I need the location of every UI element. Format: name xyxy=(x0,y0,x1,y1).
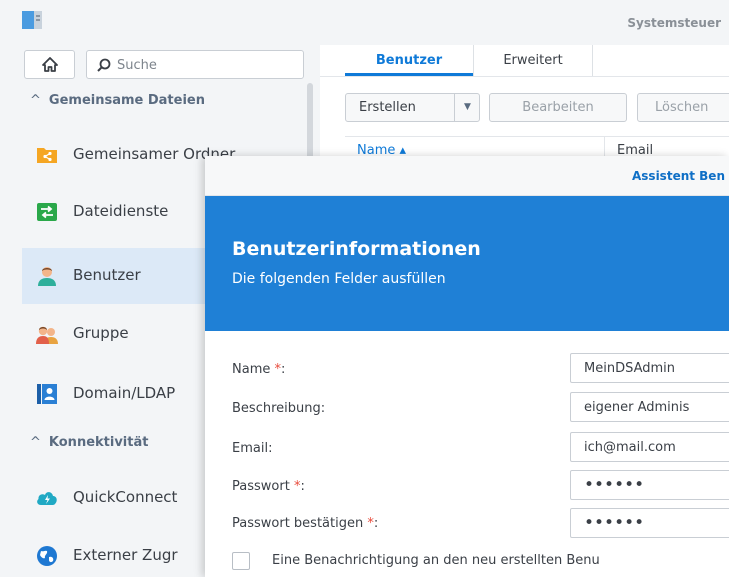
home-icon xyxy=(42,57,58,72)
dialog-subheading: Die folgenden Felder ausfüllen xyxy=(232,271,446,287)
field-label-text: Name xyxy=(232,362,271,377)
quickconnect-icon xyxy=(36,487,58,509)
name-field-value: MeinDSAdmin xyxy=(584,361,675,376)
password-field-value: •••••• xyxy=(584,475,645,495)
create-button-label: Erstellen xyxy=(359,100,416,115)
dialog-title: Assistent Ben xyxy=(632,169,725,183)
section-shared-files[interactable]: ^ Gemeinsame Dateien xyxy=(30,93,205,108)
field-label-email: Email: xyxy=(232,441,273,456)
dialog-banner: Benutzerinformationen Die folgenden Feld… xyxy=(205,196,729,331)
search-icon xyxy=(97,58,111,72)
external-access-icon xyxy=(36,545,58,567)
group-icon xyxy=(36,323,58,345)
sidebar-item-label: Benutzer xyxy=(73,266,141,284)
sidebar-item-label: Externer Zugr xyxy=(73,546,178,564)
tab-divider xyxy=(320,76,729,77)
section-label: Gemeinsame Dateien xyxy=(48,93,205,108)
password-field[interactable]: •••••• xyxy=(570,470,729,500)
user-grid-header: Name ▴ Email xyxy=(345,136,729,158)
file-services-icon xyxy=(36,201,58,223)
notify-checkbox-label[interactable]: Eine Benachrichtigung an den neu erstell… xyxy=(272,553,600,568)
email-field[interactable]: ich@mail.com xyxy=(570,432,729,462)
split-divider xyxy=(454,94,455,121)
sidebar-item-label: Gruppe xyxy=(73,324,129,342)
user-wizard-dialog: Assistent Ben Benutzerinformationen Die … xyxy=(205,156,729,577)
field-label-name: Name *: xyxy=(232,362,285,377)
section-label: Konnektivität xyxy=(48,435,149,450)
user-icon xyxy=(36,265,58,287)
field-label-password: Passwort *: xyxy=(232,479,305,494)
search-box xyxy=(86,50,304,79)
description-field[interactable]: eigener Adminis xyxy=(570,392,729,422)
chevron-up-icon: ^ xyxy=(30,435,41,450)
confirm-password-field[interactable]: •••••• xyxy=(570,508,729,538)
field-label-text: Passwort xyxy=(232,479,290,494)
field-label-text: Passwort bestätigen xyxy=(232,516,364,531)
edit-button[interactable]: Bearbeiten xyxy=(489,93,627,122)
notify-checkbox[interactable] xyxy=(232,552,250,570)
chevron-up-icon: ^ xyxy=(30,93,41,108)
search-input[interactable] xyxy=(117,56,297,74)
chevron-down-icon[interactable]: ▼ xyxy=(464,94,471,121)
field-label-description: Beschreibung: xyxy=(232,401,326,416)
control-panel-app-icon xyxy=(22,11,42,29)
sidebar-item-label: Domain/LDAP xyxy=(73,384,176,402)
sidebar-item-label: Dateidienste xyxy=(73,202,169,220)
shared-folder-icon xyxy=(36,144,58,166)
domain-ldap-icon xyxy=(36,383,58,405)
tab-advanced[interactable]: Erweitert xyxy=(473,45,593,76)
required-suffix: : xyxy=(373,516,379,531)
required-suffix: : xyxy=(300,479,305,494)
required-suffix: : xyxy=(281,362,286,377)
email-field-value: ich@mail.com xyxy=(584,440,676,455)
field-label-confirm-password: Passwort bestätigen *: xyxy=(232,516,378,531)
window-titlebar: Systemsteuer xyxy=(0,0,729,45)
section-connectivity[interactable]: ^ Konnektivität xyxy=(30,435,148,450)
dialog-titlebar[interactable]: Assistent Ben xyxy=(205,156,729,196)
dialog-heading: Benutzerinformationen xyxy=(232,238,481,260)
sidebar-item-label: QuickConnect xyxy=(73,488,178,506)
name-field[interactable]: MeinDSAdmin xyxy=(570,353,729,383)
tab-user[interactable]: Benutzer xyxy=(345,45,473,76)
description-field-value: eigener Adminis xyxy=(584,400,690,415)
column-divider xyxy=(604,137,605,157)
home-button[interactable] xyxy=(24,50,75,79)
confirm-password-field-value: •••••• xyxy=(584,513,645,533)
create-button[interactable]: Erstellen ▼ xyxy=(345,93,480,122)
window-title: Systemsteuer xyxy=(627,16,721,30)
delete-button[interactable]: Löschen xyxy=(637,93,729,122)
